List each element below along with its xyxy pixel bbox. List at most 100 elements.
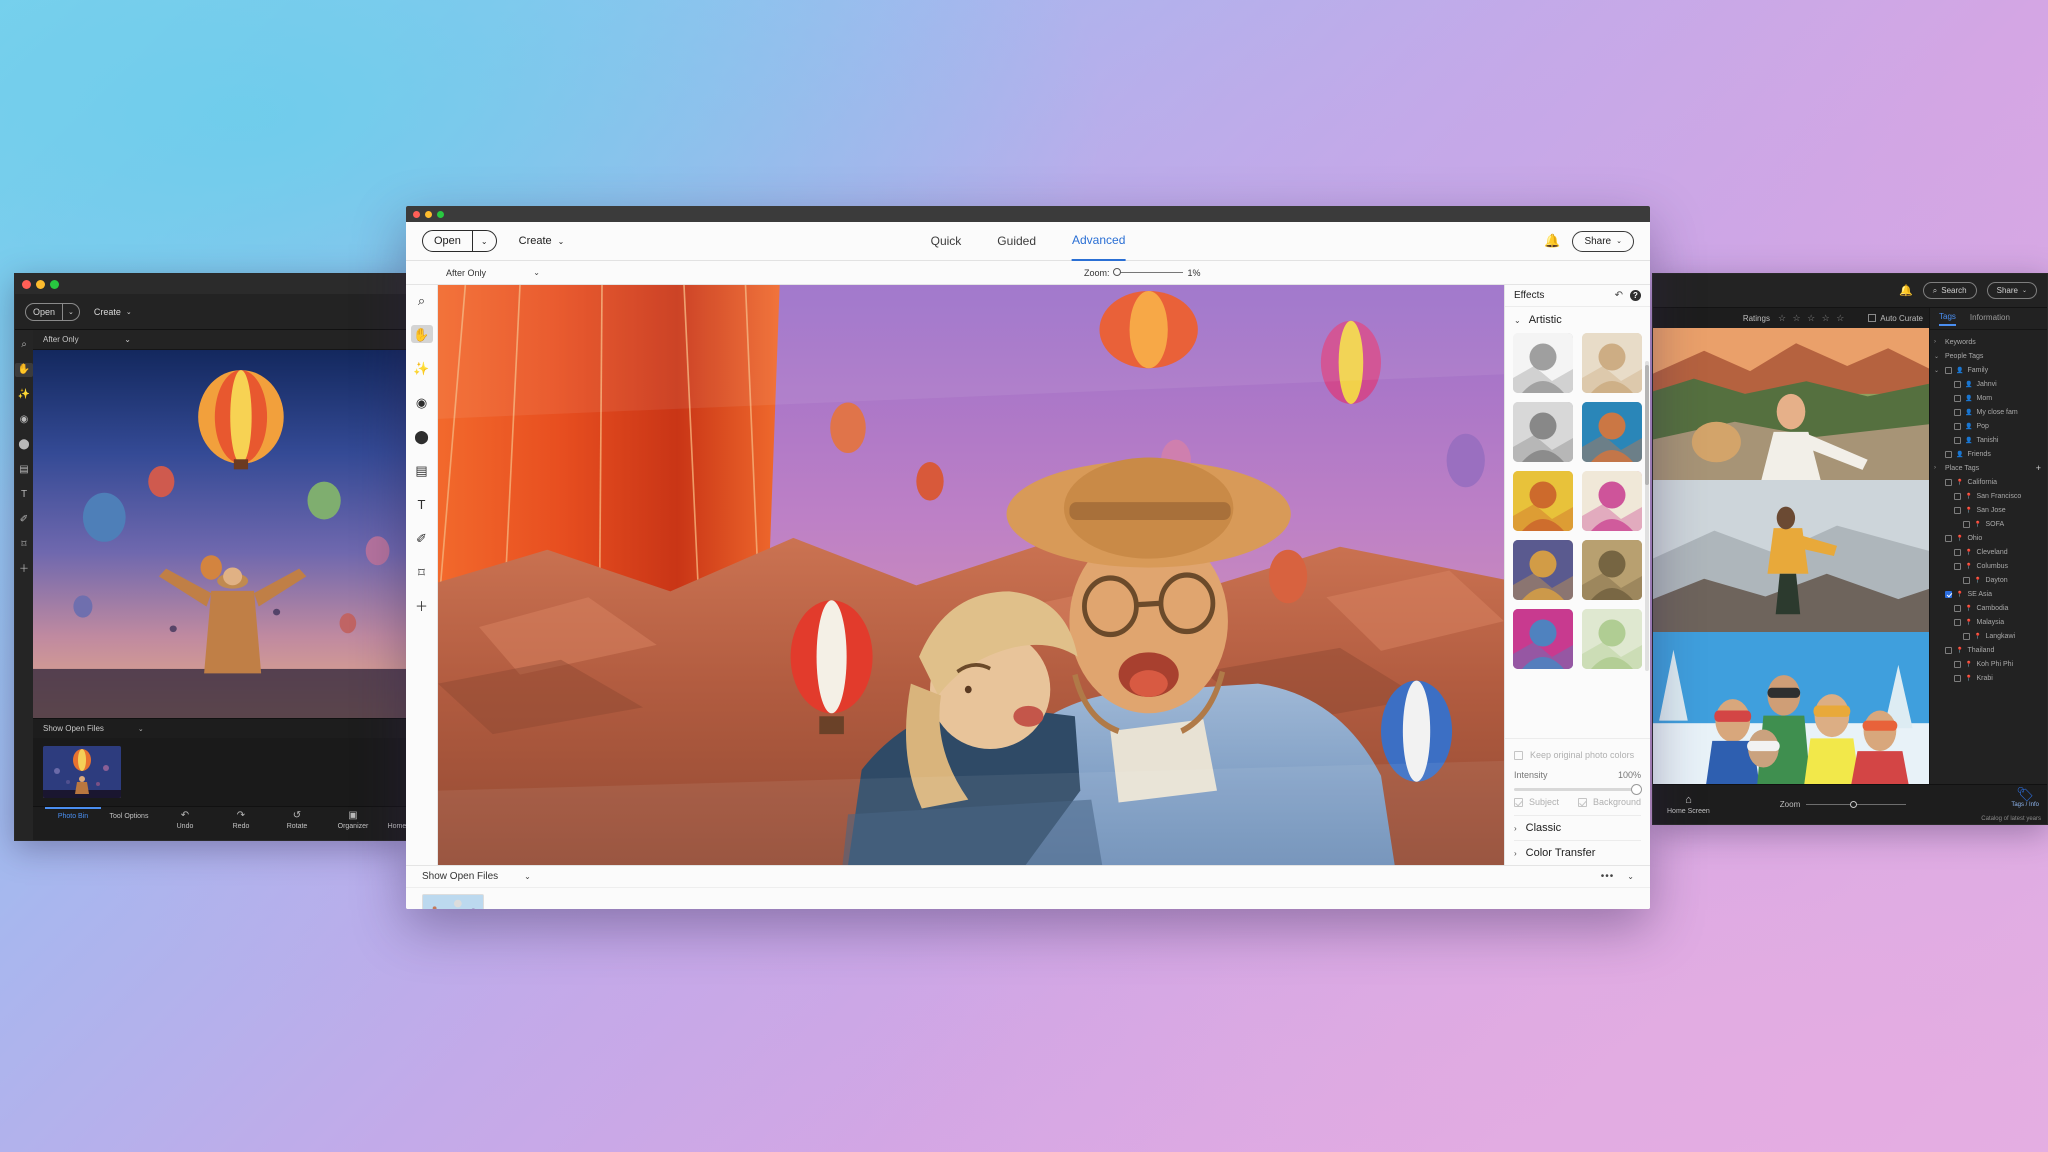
smart-brush-tool-icon[interactable]: ▤ <box>15 463 33 477</box>
twisty-icon[interactable]: › <box>1934 465 1941 471</box>
zoom-control[interactable]: Zoom: 1% <box>1084 268 1201 278</box>
notification-bell-icon[interactable]: 🔔 <box>1899 284 1913 297</box>
main-toolbar[interactable]: ⌕✋✨◉⬤▤T✐⌑＋ <box>406 285 438 865</box>
tab-guided[interactable]: Guided <box>997 222 1036 261</box>
tab-information[interactable]: Information <box>1970 313 2010 325</box>
effect-expressionist-faces[interactable] <box>1582 402 1642 462</box>
notification-bell-icon[interactable]: 🔔 <box>1544 233 1560 249</box>
tag-row-san-francisco[interactable]: 📍San Francisco <box>1930 489 2047 503</box>
brush-tool-icon[interactable]: ✐ <box>15 513 33 527</box>
twisty-icon[interactable]: ⌄ <box>1934 353 1941 360</box>
background-option[interactable]: Background <box>1578 797 1641 807</box>
maximize-button[interactable] <box>437 211 444 218</box>
tag-row-tanishi[interactable]: 👤Tanishi <box>1930 433 2047 447</box>
keep-original-colors-option[interactable]: Keep original photo colors <box>1514 746 1641 764</box>
effects-thumbnail-grid[interactable] <box>1505 333 1650 738</box>
more-tools-icon[interactable]: ＋ <box>411 597 433 615</box>
tags-tree[interactable]: ›Keywords⌄People Tags⌄👤Family👤Jahnvi👤Mom… <box>1930 330 2047 784</box>
zoom-knob[interactable] <box>1113 268 1121 276</box>
help-icon[interactable]: ? <box>1630 290 1641 301</box>
main-photo-bin[interactable] <box>406 887 1650 909</box>
bottom-item-organizer[interactable]: ▣Organizer <box>325 807 381 830</box>
left-window-canvas[interactable] <box>33 350 410 718</box>
zoom-tool-icon[interactable]: ⌕ <box>15 338 33 352</box>
effect-gauguin[interactable] <box>1513 471 1573 531</box>
close-button[interactable] <box>22 280 31 289</box>
effect-color-burst[interactable] <box>1513 609 1573 669</box>
add-place-tag-button[interactable]: + <box>2036 463 2047 473</box>
maximize-button[interactable] <box>50 280 59 289</box>
tag-row-cleveland[interactable]: 📍Cleveland <box>1930 545 2047 559</box>
create-menu[interactable]: Create ⌄ <box>94 307 132 317</box>
left-window-photo-bin[interactable] <box>33 738 410 806</box>
show-open-files-label[interactable]: Show Open Files <box>422 871 498 882</box>
subject-background-row[interactable]: Subject Background <box>1514 797 1641 807</box>
reset-icon[interactable]: ↶ <box>1615 290 1623 301</box>
tag-row-thailand[interactable]: 📍Thailand <box>1930 643 2047 657</box>
tag-row-koh-phi-phi[interactable]: 📍Koh Phi Phi <box>1930 657 2047 671</box>
create-menu[interactable]: Create ⌄ <box>519 235 565 247</box>
tag-checkbox[interactable] <box>1945 479 1952 486</box>
tag-checkbox[interactable] <box>1954 675 1961 682</box>
tag-checkbox[interactable] <box>1945 451 1952 458</box>
eye-tool-icon[interactable]: ◉ <box>411 393 433 411</box>
tag-checkbox[interactable] <box>1954 437 1961 444</box>
type-tool-icon[interactable]: T <box>15 488 33 502</box>
tag-row-dayton[interactable]: 📍Dayton <box>1930 573 2047 587</box>
photo-editor-main-window[interactable]: Open ⌄ Create ⌄ QuickGuidedAdvanced 🔔 Sh… <box>406 206 1650 909</box>
effect-city-graphite[interactable] <box>1513 402 1573 462</box>
panel-tabs[interactable]: TagsInformation <box>1930 308 2047 330</box>
quick-select-tool-icon[interactable]: ✨ <box>15 388 33 402</box>
tag-checkbox[interactable] <box>1954 619 1961 626</box>
tag-row-columbus[interactable]: 📍Columbus <box>1930 559 2047 573</box>
tag-row-pop[interactable]: 👤Pop <box>1930 419 2047 433</box>
minimize-button[interactable] <box>36 280 45 289</box>
tag-row-langkawi[interactable]: 📍Langkawi <box>1930 629 2047 643</box>
tag-row-mom[interactable]: 👤Mom <box>1930 391 2047 405</box>
tag-checkbox[interactable] <box>1945 647 1952 654</box>
panel-header-icons[interactable]: ↶ ? <box>1615 290 1641 301</box>
photo-child-mountain[interactable] <box>1653 480 1929 632</box>
chevron-down-icon[interactable]: ⌄ <box>1627 872 1634 881</box>
close-button[interactable] <box>413 211 420 218</box>
organizer-window-right[interactable]: 🔔 ⌕ Search Share ⌄ Ratings ☆ ☆ ☆ ☆ ☆ Aut… <box>1652 273 2048 825</box>
more-options-icon[interactable]: ••• <box>1601 871 1615 882</box>
brush-tool-icon[interactable]: ✐ <box>411 529 433 547</box>
effect-floral-pastel[interactable] <box>1582 609 1642 669</box>
tag-checkbox[interactable] <box>1954 381 1961 388</box>
effect-line-portrait[interactable] <box>1582 471 1642 531</box>
open-button[interactable]: Open ⌄ <box>25 303 80 321</box>
tag-row-keywords[interactable]: ›Keywords <box>1930 335 2047 349</box>
scrollbar-thumb[interactable] <box>1645 365 1649 485</box>
tag-checkbox[interactable] <box>1963 633 1970 640</box>
intensity-knob[interactable] <box>1631 784 1642 795</box>
main-traffic-lights[interactable] <box>406 211 444 218</box>
left-traffic-lights[interactable] <box>15 280 59 289</box>
chevron-down-icon[interactable]: ⌄ <box>63 308 79 316</box>
bottom-item-tool-options[interactable]: Tool Options <box>101 807 157 820</box>
tag-checkbox[interactable] <box>1954 493 1961 500</box>
keep-colors-checkbox[interactable] <box>1514 751 1523 760</box>
spot-heal-tool-icon[interactable]: ⬤ <box>15 438 33 452</box>
group-artistic[interactable]: ⌄ Artistic <box>1505 307 1650 333</box>
bottom-item-photo-bin[interactable]: Photo Bin <box>45 807 101 820</box>
crop-tool-icon[interactable]: ⌑ <box>15 538 33 552</box>
tag-row-cambodia[interactable]: 📍Cambodia <box>1930 601 2047 615</box>
view-mode-dropdown[interactable]: After Only ⌄ <box>43 335 131 344</box>
image-canvas[interactable] <box>438 285 1504 865</box>
share-button[interactable]: Share ⌄ <box>1987 282 2037 299</box>
tag-checkbox[interactable] <box>1954 409 1961 416</box>
spot-heal-tool-icon[interactable]: ⬤ <box>411 427 433 445</box>
photo-group-snow[interactable] <box>1653 632 1929 784</box>
tag-row-friends[interactable]: 👤Friends <box>1930 447 2047 461</box>
tag-checkbox[interactable] <box>1954 507 1961 514</box>
chevron-down-icon[interactable]: ⌄ <box>524 872 531 881</box>
bottom-item-rotate[interactable]: ↺Rotate <box>269 807 325 830</box>
chevron-down-icon[interactable]: ⌄ <box>473 237 496 246</box>
tag-row-krabi[interactable]: 📍Krabi <box>1930 671 2047 685</box>
background-checkbox[interactable] <box>1578 798 1587 807</box>
group-color-transfer[interactable]: › Color Transfer <box>1514 840 1641 865</box>
tag-row-people-tags[interactable]: ⌄People Tags <box>1930 349 2047 363</box>
twisty-icon[interactable]: ⌄ <box>1934 367 1941 374</box>
tab-quick[interactable]: Quick <box>931 222 962 261</box>
